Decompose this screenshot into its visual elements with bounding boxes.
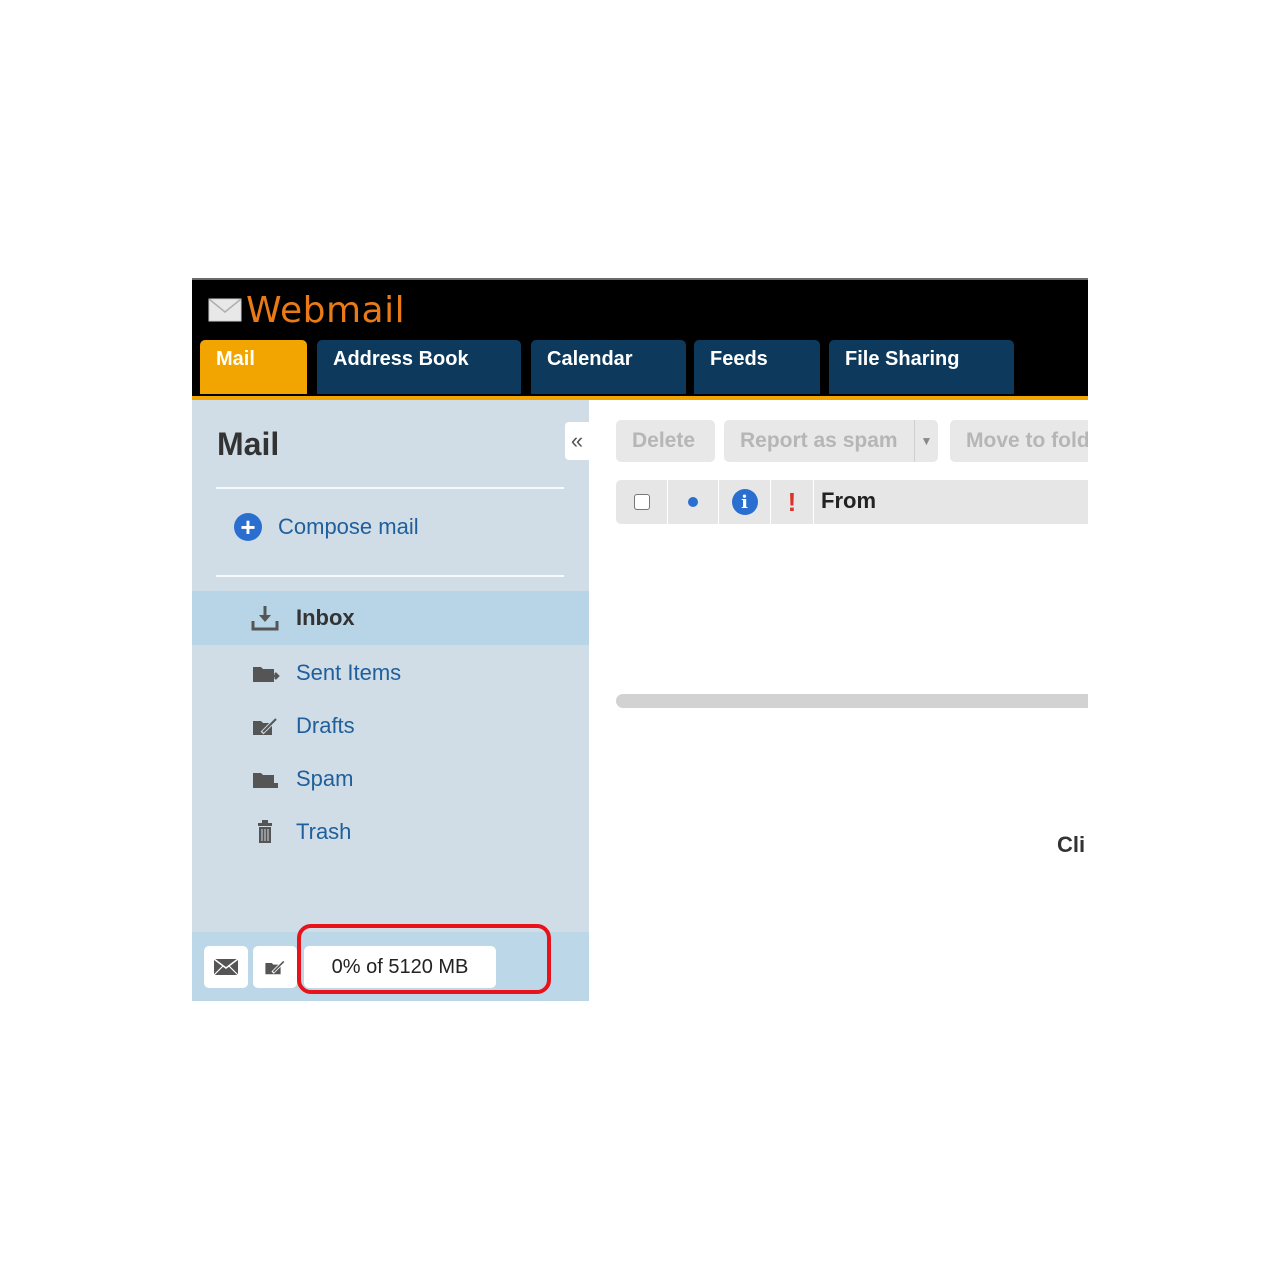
unread-dot-icon <box>688 497 698 507</box>
caret-down-icon: ▼ <box>920 434 933 448</box>
drafts-folder-icon <box>250 711 280 741</box>
sidebar-divider <box>216 487 564 489</box>
collapse-sidebar-button[interactable]: « <box>565 422 589 460</box>
quota-highlight-outline <box>297 924 551 994</box>
compose-mail-link[interactable]: + Compose mail <box>234 513 419 541</box>
tab-calendar[interactable]: Calendar <box>531 340 686 394</box>
envelope-logo-icon <box>208 298 242 322</box>
inbox-download-icon <box>250 603 280 633</box>
priority-flag-icon: ! <box>787 486 797 517</box>
message-pane: Delete Report as spam ▼ Move to fold i !… <box>589 400 1088 1001</box>
logo-text: Webmail <box>246 289 406 331</box>
tab-feeds[interactable]: Feeds <box>694 340 820 394</box>
folder-label: Drafts <box>296 713 355 738</box>
report-spam-button[interactable]: Report as spam <box>724 420 914 462</box>
mail-view-button[interactable] <box>204 946 248 988</box>
folder-label: Trash <box>296 819 352 844</box>
edit-folder-icon <box>265 960 285 975</box>
compose-mail-label: Compose mail <box>278 514 419 539</box>
tab-mail[interactable]: Mail <box>200 340 307 394</box>
folders-view-button[interactable] <box>253 946 297 988</box>
from-column-header[interactable]: From <box>821 488 876 514</box>
info-icon: i <box>731 489 758 515</box>
folder-sent-items[interactable]: Sent Items <box>192 646 589 700</box>
sidebar-divider <box>216 575 564 577</box>
folder-inbox[interactable]: Inbox <box>192 591 589 645</box>
empty-pane-message: Cli <box>1057 832 1086 857</box>
folder-spam[interactable]: Spam <box>192 752 589 806</box>
sidebar: Mail « + Compose mail Inbox Sent Items D… <box>192 400 589 1001</box>
plus-circle-icon: + <box>234 513 262 541</box>
horizontal-scrollbar[interactable] <box>616 694 1088 708</box>
message-list-header: i ! From <box>616 480 1088 524</box>
select-all-checkbox[interactable] <box>633 494 650 510</box>
info-column[interactable]: i <box>719 480 771 524</box>
folder-label: Inbox <box>296 605 355 630</box>
folder-label: Sent Items <box>296 660 402 685</box>
header-bar: Webmail Mail Address Book Calendar Feeds… <box>192 280 1088 400</box>
select-all-cell[interactable] <box>616 480 668 524</box>
move-to-folder-button[interactable]: Move to fold <box>950 420 1088 462</box>
spam-folder-icon <box>250 764 280 794</box>
sent-folder-icon <box>250 658 280 688</box>
folder-label: Spam <box>296 766 354 791</box>
envelope-icon <box>213 958 239 976</box>
logo: Webmail <box>208 288 405 332</box>
unread-column[interactable] <box>668 480 719 524</box>
sidebar-title: Mail <box>217 426 280 462</box>
sidebar-footer: 0% of 5120 MB <box>192 924 589 1001</box>
delete-button[interactable]: Delete <box>616 420 715 462</box>
webmail-window: Webmail Mail Address Book Calendar Feeds… <box>192 278 1088 1001</box>
trash-icon <box>250 817 280 847</box>
tab-file-sharing[interactable]: File Sharing <box>829 340 1014 394</box>
priority-column[interactable]: ! <box>771 480 814 524</box>
tab-address-book[interactable]: Address Book <box>317 340 521 394</box>
folder-drafts[interactable]: Drafts <box>192 699 589 753</box>
report-spam-dropdown[interactable]: ▼ <box>914 420 938 462</box>
folder-trash[interactable]: Trash <box>192 805 589 859</box>
